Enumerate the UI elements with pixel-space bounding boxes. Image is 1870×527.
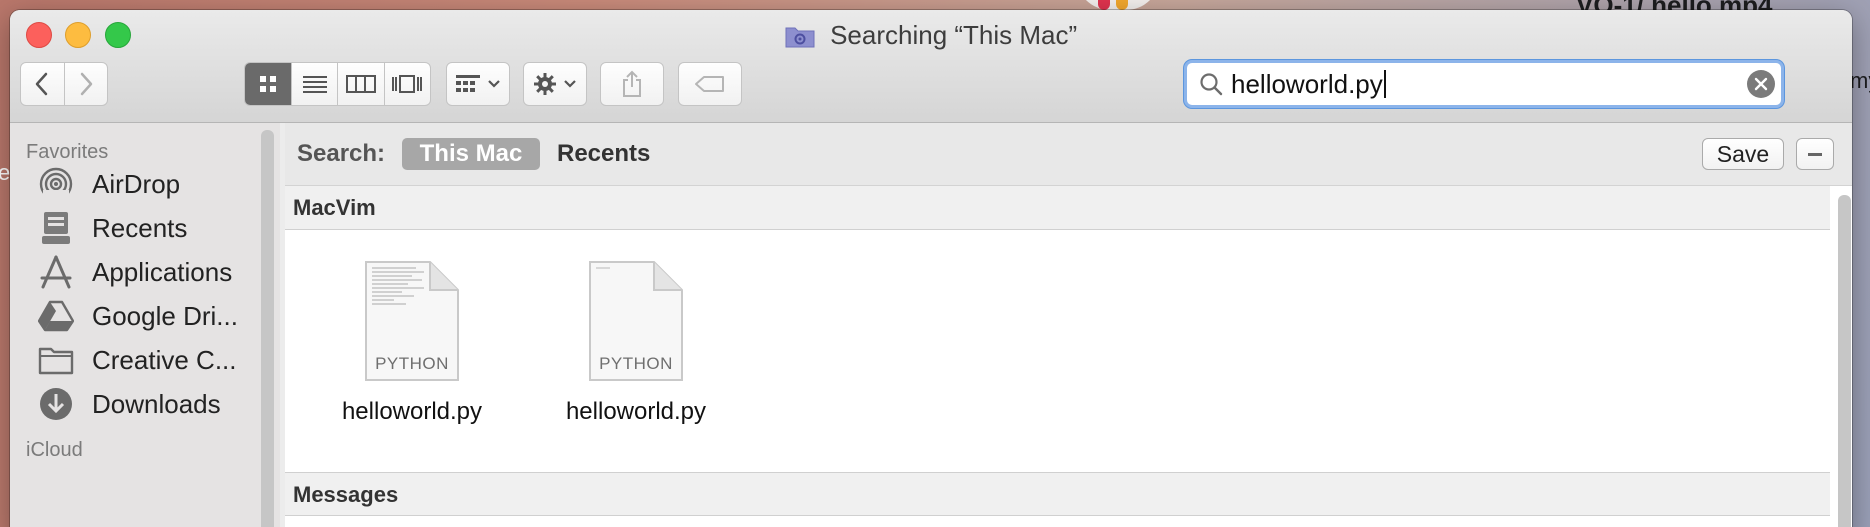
favorites-section-header: Favorites [26,141,109,163]
sidebar-item-label: Recents [92,212,188,243]
group-header-messages: Messages [285,472,1830,516]
search-results-pane: Search: This Mac Recents Save MacVim PYT… [285,123,1852,527]
save-search-button[interactable]: Save [1702,138,1784,170]
file-type-label: PYTHON [599,354,673,373]
desktop-side-text-left: e [0,160,11,185]
share-button[interactable] [600,62,664,106]
cover-flow-view-button[interactable] [385,63,430,105]
sidebar-item-airdrop[interactable]: AirDrop [36,164,180,204]
sidebar-item-label: Google Dri... [92,300,238,331]
folder-icon [36,340,76,380]
google-drive-icon [36,296,76,336]
column-view-icon [346,75,377,93]
file-name: helloworld.py [341,398,483,425]
view-mode-control [244,62,431,106]
chevron-down-icon [488,80,500,88]
navigation-buttons [20,62,108,106]
title-toolbar: Searching “This Mac” helloworld.py [10,10,1852,123]
window-title: Searching “This Mac” [830,20,1078,50]
list-view-button[interactable] [292,63,339,105]
chevron-down-icon [564,80,576,88]
search-scope-bar: Search: This Mac Recents Save [285,123,1852,186]
results-scrollbar[interactable] [1838,195,1851,527]
sidebar-item-recents[interactable]: Recents [36,208,187,248]
scope-this-mac-button[interactable]: This Mac [402,138,540,170]
close-icon [1754,77,1768,91]
smart-folder-icon [785,24,815,48]
downloads-icon [36,384,76,424]
finder-window: Searching “This Mac” helloworld.py Favor… [10,10,1852,527]
search-field[interactable]: helloworld.py [1184,60,1784,108]
edit-tags-button[interactable] [678,62,742,106]
share-icon [623,70,641,97]
back-button[interactable] [21,63,65,105]
sidebar-item-label: AirDrop [92,168,181,199]
gear-icon [534,73,556,95]
desktop-dock-badge [1076,0,1160,10]
sidebar-item-applications[interactable]: Applications [36,252,232,292]
file-type-label: PYTHON [375,354,449,373]
tag-icon [695,76,724,92]
column-view-button[interactable] [338,63,385,105]
file-item[interactable]: PYTHON helloworld.py [312,260,512,426]
icon-view-icon [260,76,277,92]
recents-icon [36,208,76,248]
text-cursor [1383,70,1386,98]
sidebar-item-google-drive[interactable]: Google Dri... [36,296,238,336]
sidebar-item-creative-cloud[interactable]: Creative C... [36,340,237,380]
python-file-icon: PYTHON [588,260,684,382]
chevron-right-icon [80,72,93,96]
chevron-left-icon [36,72,48,96]
cover-flow-icon [392,75,423,93]
sidebar-item-label: Applications [92,256,233,287]
airdrop-icon [36,164,76,204]
search-input[interactable]: helloworld.py [1231,69,1386,100]
sidebar-item-label: Downloads [92,388,221,419]
group-header-macvim: MacVim [285,186,1830,230]
search-icon [1200,73,1223,96]
applications-icon [36,252,76,292]
search-scope-label: Search: [297,140,386,167]
icon-view-button[interactable] [245,63,293,105]
sidebar-item-label: Creative C... [92,344,237,375]
window-title-area: Searching “This Mac” [10,20,1852,51]
group-by-button[interactable] [446,62,510,106]
desktop-side-text-right: my [1850,68,1870,93]
remove-criteria-button[interactable] [1796,138,1834,170]
file-name: helloworld.py [565,398,707,425]
search-input-value: helloworld.py [1231,69,1383,99]
scope-recents-button[interactable]: Recents [557,140,650,168]
sidebar-scrollbar[interactable] [261,130,274,527]
clear-search-button[interactable] [1747,70,1775,98]
sidebar: Favorites AirDrop Recents Applications G… [10,123,280,527]
icloud-section-header: iCloud [26,439,83,461]
forward-button[interactable] [65,63,107,105]
python-file-icon: PYTHON [364,260,460,382]
list-view-icon [302,76,327,93]
sidebar-item-downloads[interactable]: Downloads [36,384,221,424]
action-menu-button[interactable] [523,62,587,106]
file-item[interactable]: PYTHON helloworld.py [536,260,736,426]
group-by-icon [456,75,480,92]
